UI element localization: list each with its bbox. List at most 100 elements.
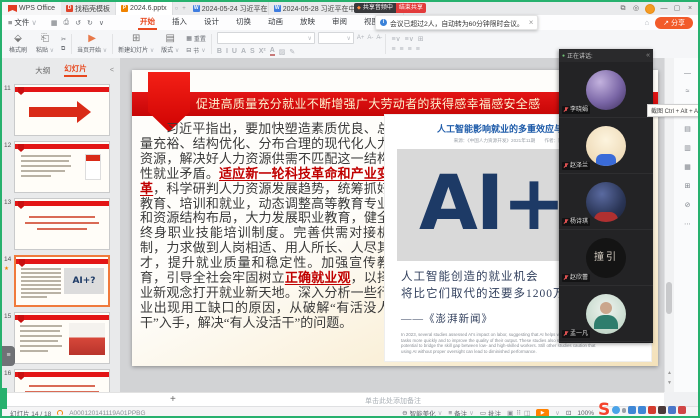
fit-window-icon[interactable]: ⊡ [566, 409, 571, 417]
play-from-current-button[interactable]: ▶ 当页开始 ∨ [77, 34, 107, 54]
app-check-icon[interactable] [648, 406, 656, 414]
new-slide-button[interactable]: ⊞ 新建幻灯片 ∨ [118, 34, 154, 54]
ime-symbol-icon[interactable] [622, 408, 626, 413]
collapse-panel-icon[interactable]: < [110, 67, 114, 74]
reset-button[interactable]: ▦ 重置 [186, 34, 206, 43]
thumbnail-15[interactable]: 15 [2, 312, 120, 364]
undo-icon[interactable]: ↺ [75, 19, 81, 27]
grid-icon[interactable]: ▦ [684, 163, 691, 171]
tab-session-icon[interactable]: ○ [173, 6, 181, 12]
sorter-view-icon[interactable]: ⠿ [516, 409, 521, 417]
clear-format-icon[interactable]: A̶ [376, 35, 380, 41]
notes-bar[interactable]: + 单击此处添加备注 [2, 392, 664, 407]
thumbnail-12[interactable]: 12 [2, 141, 120, 193]
save-icon[interactable]: ▦ [51, 19, 58, 27]
close-button[interactable]: × [686, 5, 694, 13]
font-color-button[interactable]: A [270, 47, 275, 56]
align-justify-button[interactable]: ≡ [416, 46, 420, 53]
eye-protection-icon[interactable]: ⌂ [645, 18, 650, 27]
app-red-icon[interactable] [678, 406, 686, 414]
menu-home[interactable]: 开始 [138, 15, 157, 30]
account-avatar[interactable] [645, 4, 655, 14]
thumbnail-13[interactable]: 13 [2, 198, 120, 250]
font-increase-icon[interactable]: A+ [357, 35, 365, 41]
strike-button[interactable]: S [250, 48, 255, 55]
tab-doc1[interactable]: W 2024-05-24 习近平在山东… [188, 2, 269, 15]
restore-button[interactable]: ▢ [673, 5, 681, 13]
thumbnail-14-selected[interactable]: 14 ★ AI+? [2, 255, 120, 307]
copy-button[interactable]: ⧉ [61, 46, 66, 53]
ime-keyboard-icon[interactable] [638, 406, 646, 414]
underline-button[interactable]: U [232, 48, 237, 55]
beautify-button[interactable]: ⊖智能美化∨ [402, 408, 442, 418]
share-button[interactable]: ↗ 分享 [655, 17, 693, 29]
bullet-list-button[interactable]: ≡∨ [391, 35, 400, 43]
scroll-up-icon[interactable]: ▲ [665, 370, 674, 376]
help-icon[interactable]: ⊘ [685, 201, 691, 209]
slide-body-text[interactable]: 习近平指出，要加快塑造素质优良、总量充裕、结构优化、分布合理的现代化人力资源，解… [140, 122, 390, 331]
align-left-button[interactable]: ≡ [391, 46, 395, 53]
qat-arrow-icon[interactable]: ∨ [99, 19, 104, 27]
indent-button[interactable]: ⊞ [418, 35, 424, 43]
notes-button[interactable]: ≡备注∨ [448, 408, 474, 418]
menu-review[interactable]: 审阅 [330, 15, 349, 30]
tab-outline[interactable]: 大纲 [35, 65, 50, 76]
layout-button[interactable]: ▤ 版式 ∨ [159, 34, 181, 54]
format-painter-button[interactable]: ⬙ 格式刷 [7, 34, 29, 54]
text-effects-button[interactable]: ✎ [289, 48, 295, 56]
superscript-button[interactable]: X² [259, 48, 266, 55]
ime-voice-icon[interactable] [628, 406, 636, 414]
paste-button[interactable]: ⎗ 粘贴 ∨ [34, 34, 56, 54]
collapse-sidebar-icon[interactable]: — [684, 70, 691, 77]
tab-presentation[interactable]: P 2024.6.pptx [116, 2, 173, 15]
shadow-button[interactable]: A [241, 48, 246, 55]
play-options-icon[interactable]: ∨ [555, 409, 560, 417]
align-right-button[interactable]: ≡ [408, 46, 412, 53]
normal-view-icon[interactable]: ▣ [507, 409, 513, 417]
file-menu[interactable]: ≡ 文件 ∨ [2, 17, 43, 28]
font-size-select[interactable]: ∨ [318, 32, 354, 44]
participant-tile-4[interactable]: 撞引 赵欣蕾 [559, 230, 653, 286]
wps-home-tab[interactable]: WPS Office [2, 2, 61, 15]
slideshow-play-button[interactable]: ▶ [536, 409, 549, 418]
reading-view-icon[interactable]: ◫ [524, 409, 530, 417]
minimize-button[interactable]: — [660, 5, 668, 13]
menu-transition[interactable]: 切换 [234, 15, 253, 30]
section-button[interactable]: ⊟ 节 ∨ [186, 46, 206, 55]
skin-icon[interactable]: ◎ [632, 5, 640, 13]
tab-docer[interactable]: D 找稻壳模板 [61, 2, 116, 15]
menu-animation[interactable]: 动画 [266, 15, 285, 30]
number-list-button[interactable]: ≡∨ [405, 35, 414, 43]
italic-button[interactable]: I [226, 48, 228, 55]
thumbnail-11[interactable]: 11 [2, 84, 120, 136]
sogou-input-icon[interactable]: S [598, 401, 610, 418]
redo-icon[interactable]: ↻ [87, 19, 93, 27]
zoom-level[interactable]: 100% [577, 410, 594, 417]
menu-design[interactable]: 设计 [202, 15, 221, 30]
toast-close-icon[interactable]: × [529, 18, 534, 27]
add-panel-icon[interactable]: ⊞ [685, 182, 691, 190]
stop-share-button[interactable]: 结束共享 [396, 3, 426, 13]
adjust-icon[interactable]: ≈ [686, 88, 690, 95]
highlight-button[interactable]: ▨ [279, 48, 286, 56]
font-decrease-icon[interactable]: A- [367, 35, 373, 41]
properties-icon[interactable]: ▤ [684, 125, 691, 133]
tab-add-small-icon[interactable]: + [180, 6, 188, 12]
add-slide-button[interactable]: + [170, 394, 176, 406]
navigation-float-button[interactable]: ≡ [2, 346, 15, 366]
ime-mode-icon[interactable] [612, 406, 620, 414]
scroll-down-icon[interactable]: ▼ [665, 380, 674, 386]
tab-slides[interactable]: 幻灯片 [64, 63, 87, 77]
collapse-meeting-icon[interactable]: « [646, 52, 650, 59]
menu-slideshow[interactable]: 放映 [298, 15, 317, 30]
more-icon[interactable]: ⋯ [684, 220, 691, 228]
comments-button[interactable]: ▭批注 [480, 408, 501, 418]
cut-button[interactable]: ✂ [61, 36, 66, 43]
bold-button[interactable]: B [217, 48, 222, 55]
participant-tile-3[interactable]: 杨诗琪 [559, 174, 653, 230]
participant-tile-5[interactable]: 孟一凡 [559, 286, 653, 342]
font-family-select[interactable]: ∨ [217, 32, 315, 44]
align-center-button[interactable]: ≡ [400, 46, 404, 53]
gallery-icon[interactable]: ▥ [684, 144, 691, 152]
scrollbar-thumb[interactable] [666, 282, 672, 314]
